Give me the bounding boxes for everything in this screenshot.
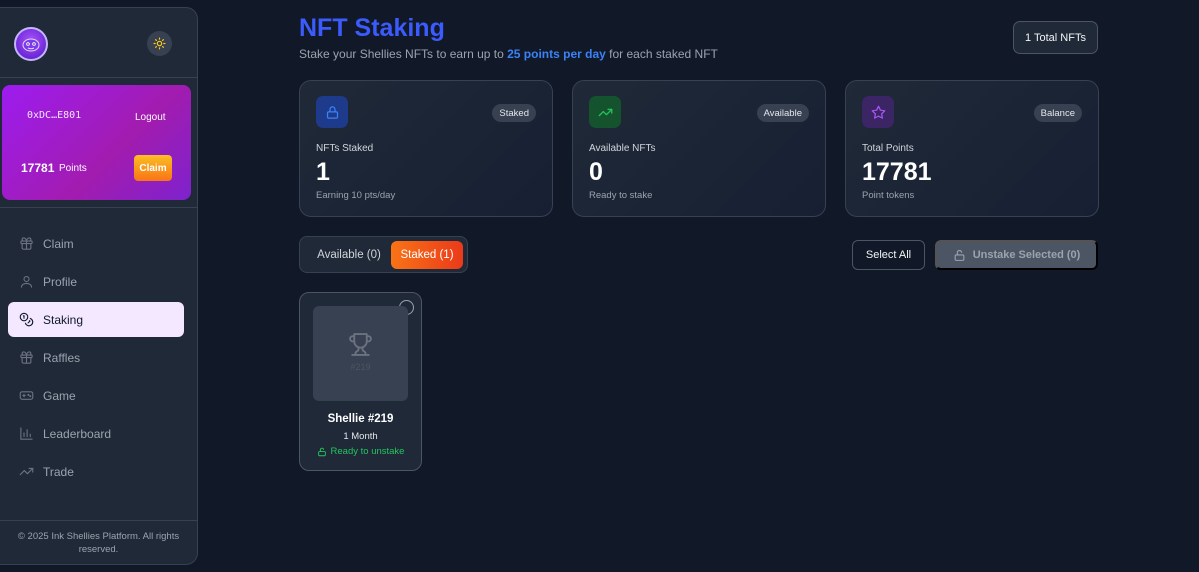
subtitle-highlight: 25 points per day [507, 47, 606, 61]
stat-label: Available NFTs [589, 143, 656, 154]
coins-icon [18, 312, 34, 328]
sidebar-header [0, 8, 197, 78]
sidebar-item-label: Claim [43, 236, 74, 251]
nft-status-label: Ready to unstake [330, 446, 405, 457]
sidebar-footer: © 2025 Ink Shellies Platform. All rights… [0, 520, 197, 564]
stat-subtext: Point tokens [862, 190, 915, 201]
sidebar-item-label: Staking [43, 312, 84, 327]
stat-card-staked: Staked NFTs Staked 1 Earning 10 pts/day [299, 80, 553, 217]
stat-label: Total Points [862, 143, 914, 154]
nft-name: Shellie #219 [327, 413, 394, 425]
status-badge: Available [756, 104, 809, 122]
stat-value: 0 [589, 158, 603, 186]
theme-toggle-button[interactable] [147, 31, 172, 56]
points-value: 17781 [21, 161, 55, 175]
unstake-selected-button[interactable]: Unstake Selected (0) [935, 240, 1098, 270]
trending-up-icon [589, 96, 621, 128]
stat-subtext: Earning 10 pts/day [316, 190, 396, 201]
trending-up-icon [18, 464, 34, 480]
stat-value: 1 [316, 158, 330, 186]
sidebar-item-raffles[interactable]: Raffles [8, 340, 184, 375]
sidebar-item-game[interactable]: Game [8, 378, 184, 413]
stat-card-available: Available Available NFTs 0 Ready to stak… [572, 80, 826, 217]
page-title: NFT Staking [299, 14, 445, 42]
gift-icon [18, 350, 34, 366]
bar-chart-icon [18, 426, 34, 442]
wallet-card: 0xDC…E801 Logout 17781 Points Claim [2, 85, 191, 200]
subtitle-text: Stake your Shellies NFTs to earn up to [299, 47, 508, 61]
status-badge: Balance [1033, 104, 1082, 122]
star-icon [862, 96, 894, 128]
logo-icon[interactable] [14, 27, 48, 61]
points-label: Points [59, 163, 87, 174]
sidebar-item-label: Raffles [43, 350, 81, 365]
gift-icon [18, 236, 34, 252]
sidebar-item-profile[interactable]: Profile [8, 264, 184, 299]
logout-button[interactable]: Logout [135, 112, 166, 123]
stat-label: NFTs Staked [316, 143, 374, 154]
stat-card-balance: Balance Total Points 17781 Point tokens [845, 80, 1099, 217]
gamepad-icon [18, 388, 34, 404]
nft-image-number: #219 [350, 362, 371, 372]
lock-icon [316, 96, 348, 128]
sun-icon [153, 37, 166, 50]
nft-image: #219 [313, 306, 408, 401]
unstake-label: Unstake Selected (0) [972, 249, 1081, 261]
tab-staked[interactable]: Staked (1) [391, 241, 463, 269]
sidebar-item-label: Trade [43, 464, 74, 479]
page-subtitle: Stake your Shellies NFTs to earn up to 2… [299, 47, 718, 61]
nft-card[interactable]: #219 Shellie #219 1 Month Ready to unsta… [299, 292, 422, 471]
sidebar-item-claim[interactable]: Claim [8, 226, 184, 261]
stat-subtext: Ready to stake [589, 190, 653, 201]
stat-value: 17781 [862, 158, 932, 186]
nft-filter-tabs: Available (0) Staked (1) [299, 236, 468, 273]
sidebar-item-leaderboard[interactable]: Leaderboard [8, 416, 184, 451]
sidebar-item-staking[interactable]: Staking [8, 302, 184, 337]
tab-available[interactable]: Available (0) [308, 241, 390, 269]
sidebar-nav: Claim Profile Staking Raffles Game Leade… [0, 226, 197, 492]
subtitle-text: for each staked NFT [605, 47, 718, 61]
sidebar-item-trade[interactable]: Trade [8, 454, 184, 489]
nft-duration: 1 Month [343, 431, 378, 442]
claim-button[interactable]: Claim [134, 155, 172, 181]
trophy-icon [349, 333, 372, 356]
nft-status: Ready to unstake [300, 446, 421, 457]
sidebar: 0xDC…E801 Logout 17781 Points Claim Clai… [0, 7, 198, 565]
divider [0, 207, 197, 208]
unlock-icon [317, 447, 326, 456]
unlock-icon [953, 249, 966, 262]
total-nfts-badge[interactable]: 1 Total NFTs [1013, 21, 1098, 54]
user-icon [18, 274, 34, 290]
wallet-address: 0xDC…E801 [27, 110, 82, 121]
status-badge: Staked [492, 104, 536, 122]
sidebar-item-label: Game [43, 388, 76, 403]
sidebar-item-label: Leaderboard [43, 426, 112, 441]
select-all-button[interactable]: Select All [852, 240, 925, 270]
sidebar-item-label: Profile [43, 274, 78, 289]
